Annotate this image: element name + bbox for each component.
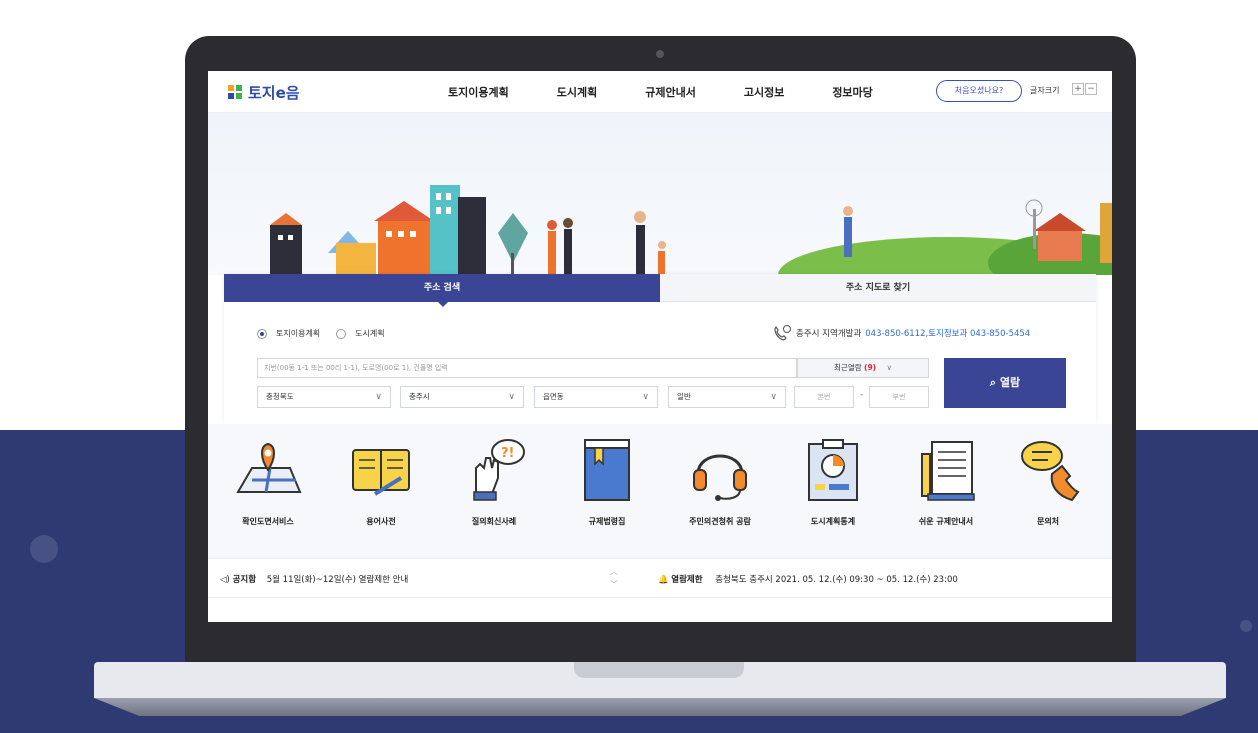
service-glossary[interactable]: 용어사전 xyxy=(331,434,431,527)
decor-dot xyxy=(30,535,58,563)
service-label: 확인도면서비스 xyxy=(242,517,294,526)
phone-bubble-icon xyxy=(1021,441,1080,502)
address-search-input[interactable]: 지번(00동 1-1 또는 00리 1-1), 도로명(00로 1), 건물명 … xyxy=(257,358,797,378)
service-qna-cases[interactable]: ?! 질의회신사례 xyxy=(444,434,544,527)
radio-land-use[interactable] xyxy=(257,328,267,339)
service-label: 규제법령집 xyxy=(588,517,626,526)
first-visit-button[interactable]: 처음오셨나요? xyxy=(936,80,1022,102)
recent-views-button[interactable]: 최근열람 (9) ∨ xyxy=(797,358,929,378)
select-land-type[interactable]: 일반 ∨ xyxy=(668,386,786,408)
nav-notice-info[interactable]: 고시정보 xyxy=(744,84,784,100)
radio-land-use-label: 토지이용계획 xyxy=(276,329,321,338)
chevron-down-icon: ∨ xyxy=(642,392,649,402)
notice-nav: ︿ ﹀ xyxy=(610,565,618,591)
chevron-down-icon: ∨ xyxy=(770,392,777,402)
notice-down-button[interactable]: ﹀ xyxy=(610,578,618,591)
select-district-value: 읍면동 xyxy=(543,392,564,401)
select-city[interactable]: 충주시 ∨ xyxy=(400,386,524,408)
chevron-down-icon: ∨ xyxy=(375,392,382,402)
select-province[interactable]: 충청북도 ∨ xyxy=(257,386,391,408)
headset-icon xyxy=(693,454,747,501)
service-label: 주민의견청취 공람 xyxy=(689,517,751,526)
laptop-notch xyxy=(574,662,744,678)
logo-text: 토지e음 xyxy=(248,83,300,102)
site-logo[interactable]: 토지e음 xyxy=(228,82,300,102)
site-header: 토지e음 토지이용계획 도시계획 규제안내서 고시정보 정보마당 처음오셨나요?… xyxy=(208,71,1112,113)
service-label: 질의회신사례 xyxy=(471,517,517,526)
view-button-label: 열람 xyxy=(999,376,1021,389)
contact-dept: 충주시 지역개발과 xyxy=(796,329,862,339)
chart-board-icon xyxy=(808,439,858,501)
service-menu: 확인도면서비스 용어사전 ?! 질의회신사례 규제법령집 주민의견청취 공람 도… xyxy=(208,424,1112,558)
phone-icon xyxy=(774,325,791,341)
bell-icon: 🔔 xyxy=(658,575,669,585)
tab-map-search[interactable]: 주소 지도로 찾기 xyxy=(660,274,1096,302)
notice-up-button[interactable]: ︿ xyxy=(610,565,618,578)
law-book-icon xyxy=(584,439,630,501)
service-public-hearing[interactable]: 주민의견청취 공람 xyxy=(670,434,770,527)
service-label: 용어사전 xyxy=(366,517,396,526)
map-pin-icon xyxy=(236,442,302,493)
contact-phones[interactable]: 043-850-6112,토지정보과 043-850-5454 xyxy=(865,327,1030,339)
laptop-base-edge xyxy=(94,698,1226,716)
service-urban-stats[interactable]: 도시계획통계 xyxy=(783,434,883,527)
nav-urban-plan[interactable]: 도시계획 xyxy=(557,84,597,100)
service-law-collection[interactable]: 규제법령집 xyxy=(557,434,657,527)
notice-label: 공지함 xyxy=(232,575,257,585)
svg-text:?!: ?! xyxy=(501,446,514,461)
contact-info: 충주시 지역개발과 043-850-6112,토지정보과 043-850-545… xyxy=(772,324,1030,342)
browser-screen: 토지e음 토지이용계획 도시계획 규제안내서 고시정보 정보마당 처음오셨나요?… xyxy=(208,71,1112,622)
service-label: 쉬운 규제안내서 xyxy=(918,517,974,526)
notice-board[interactable]: ◁) 공지함 5월 11일(화)~12일(수) 열람제한 안내 xyxy=(220,573,408,585)
notice-text[interactable]: 5월 11일(화)~12일(수) 열람제한 안내 xyxy=(267,575,409,585)
laptop-mockup: 토지e음 토지이용계획 도시계획 규제안내서 고시정보 정보마당 처음오셨나요?… xyxy=(0,0,1258,733)
book-icon xyxy=(352,449,410,496)
camera-dot xyxy=(656,50,664,58)
main-nav: 토지이용계획 도시계획 규제안내서 고시정보 정보마당 xyxy=(448,84,921,100)
nav-regulation-guide[interactable]: 규제안내서 xyxy=(645,84,696,100)
document-icon xyxy=(921,441,975,501)
nav-land-use-plan[interactable]: 토지이용계획 xyxy=(448,84,509,100)
search-icon: ⌕ xyxy=(989,376,1000,389)
nav-info-plaza[interactable]: 정보마당 xyxy=(832,84,872,100)
town-illustration xyxy=(270,185,1112,313)
view-button[interactable]: ⌕ 열람 xyxy=(944,358,1066,408)
chevron-down-icon: ∨ xyxy=(508,392,515,402)
select-land-type-value: 일반 xyxy=(677,392,691,401)
tab-address-search[interactable]: 주소 검색 xyxy=(224,274,660,307)
decor-dot xyxy=(1240,620,1252,632)
recent-views-label: 최근열람 xyxy=(834,363,862,372)
select-province-value: 충청북도 xyxy=(266,392,294,401)
radio-urban-plan-label: 도시계획 xyxy=(355,329,385,338)
radio-urban-plan[interactable] xyxy=(336,328,347,339)
service-contact[interactable]: 문의처 xyxy=(998,434,1098,527)
recent-views-count: (9) xyxy=(864,363,877,372)
service-easy-guide[interactable]: 쉬운 규제안내서 xyxy=(896,434,996,527)
font-minus-button[interactable]: − xyxy=(1085,83,1097,95)
select-district[interactable]: 읍면동 ∨ xyxy=(534,386,658,408)
restriction-text: 충청북도 충주시 2021. 05. 12.(수) 09:30 ~ 05. 12… xyxy=(715,575,958,585)
sub-lot-input[interactable]: 부번 xyxy=(869,386,929,408)
service-label: 문의처 xyxy=(1036,517,1060,526)
service-label: 도시계획통계 xyxy=(810,517,856,526)
hero-illustration xyxy=(208,113,1112,313)
speaker-icon: ◁) xyxy=(220,575,230,585)
notice-bar: ◁) 공지함 5월 11일(화)~12일(수) 열람제한 안내 ︿ ﹀ 🔔 열람… xyxy=(208,558,1112,598)
select-city-value: 충주시 xyxy=(409,392,430,401)
chevron-down-icon: ∨ xyxy=(886,363,892,372)
logo-grid-icon xyxy=(228,85,242,99)
question-hand-icon: ?! xyxy=(473,439,525,501)
plan-type-radio-group: 토지이용계획 도시계획 xyxy=(257,328,385,339)
search-panel: 주소 검색 주소 지도로 찾기 토지이용계획 도시계획 충주시 지역개발과 04… xyxy=(224,274,1096,424)
main-lot-input[interactable]: 본번 xyxy=(794,386,854,408)
font-size-label: 글자크기 xyxy=(1030,86,1060,95)
restriction-label: 열람제한 xyxy=(671,575,703,585)
service-map-confirm[interactable]: 확인도면서비스 xyxy=(218,434,318,527)
font-plus-button[interactable]: + xyxy=(1072,83,1084,95)
lot-dash: - xyxy=(860,390,864,400)
restriction-notice: 🔔 열람제한 충청북도 충주시 2021. 05. 12.(수) 09:30 ~… xyxy=(658,573,958,585)
